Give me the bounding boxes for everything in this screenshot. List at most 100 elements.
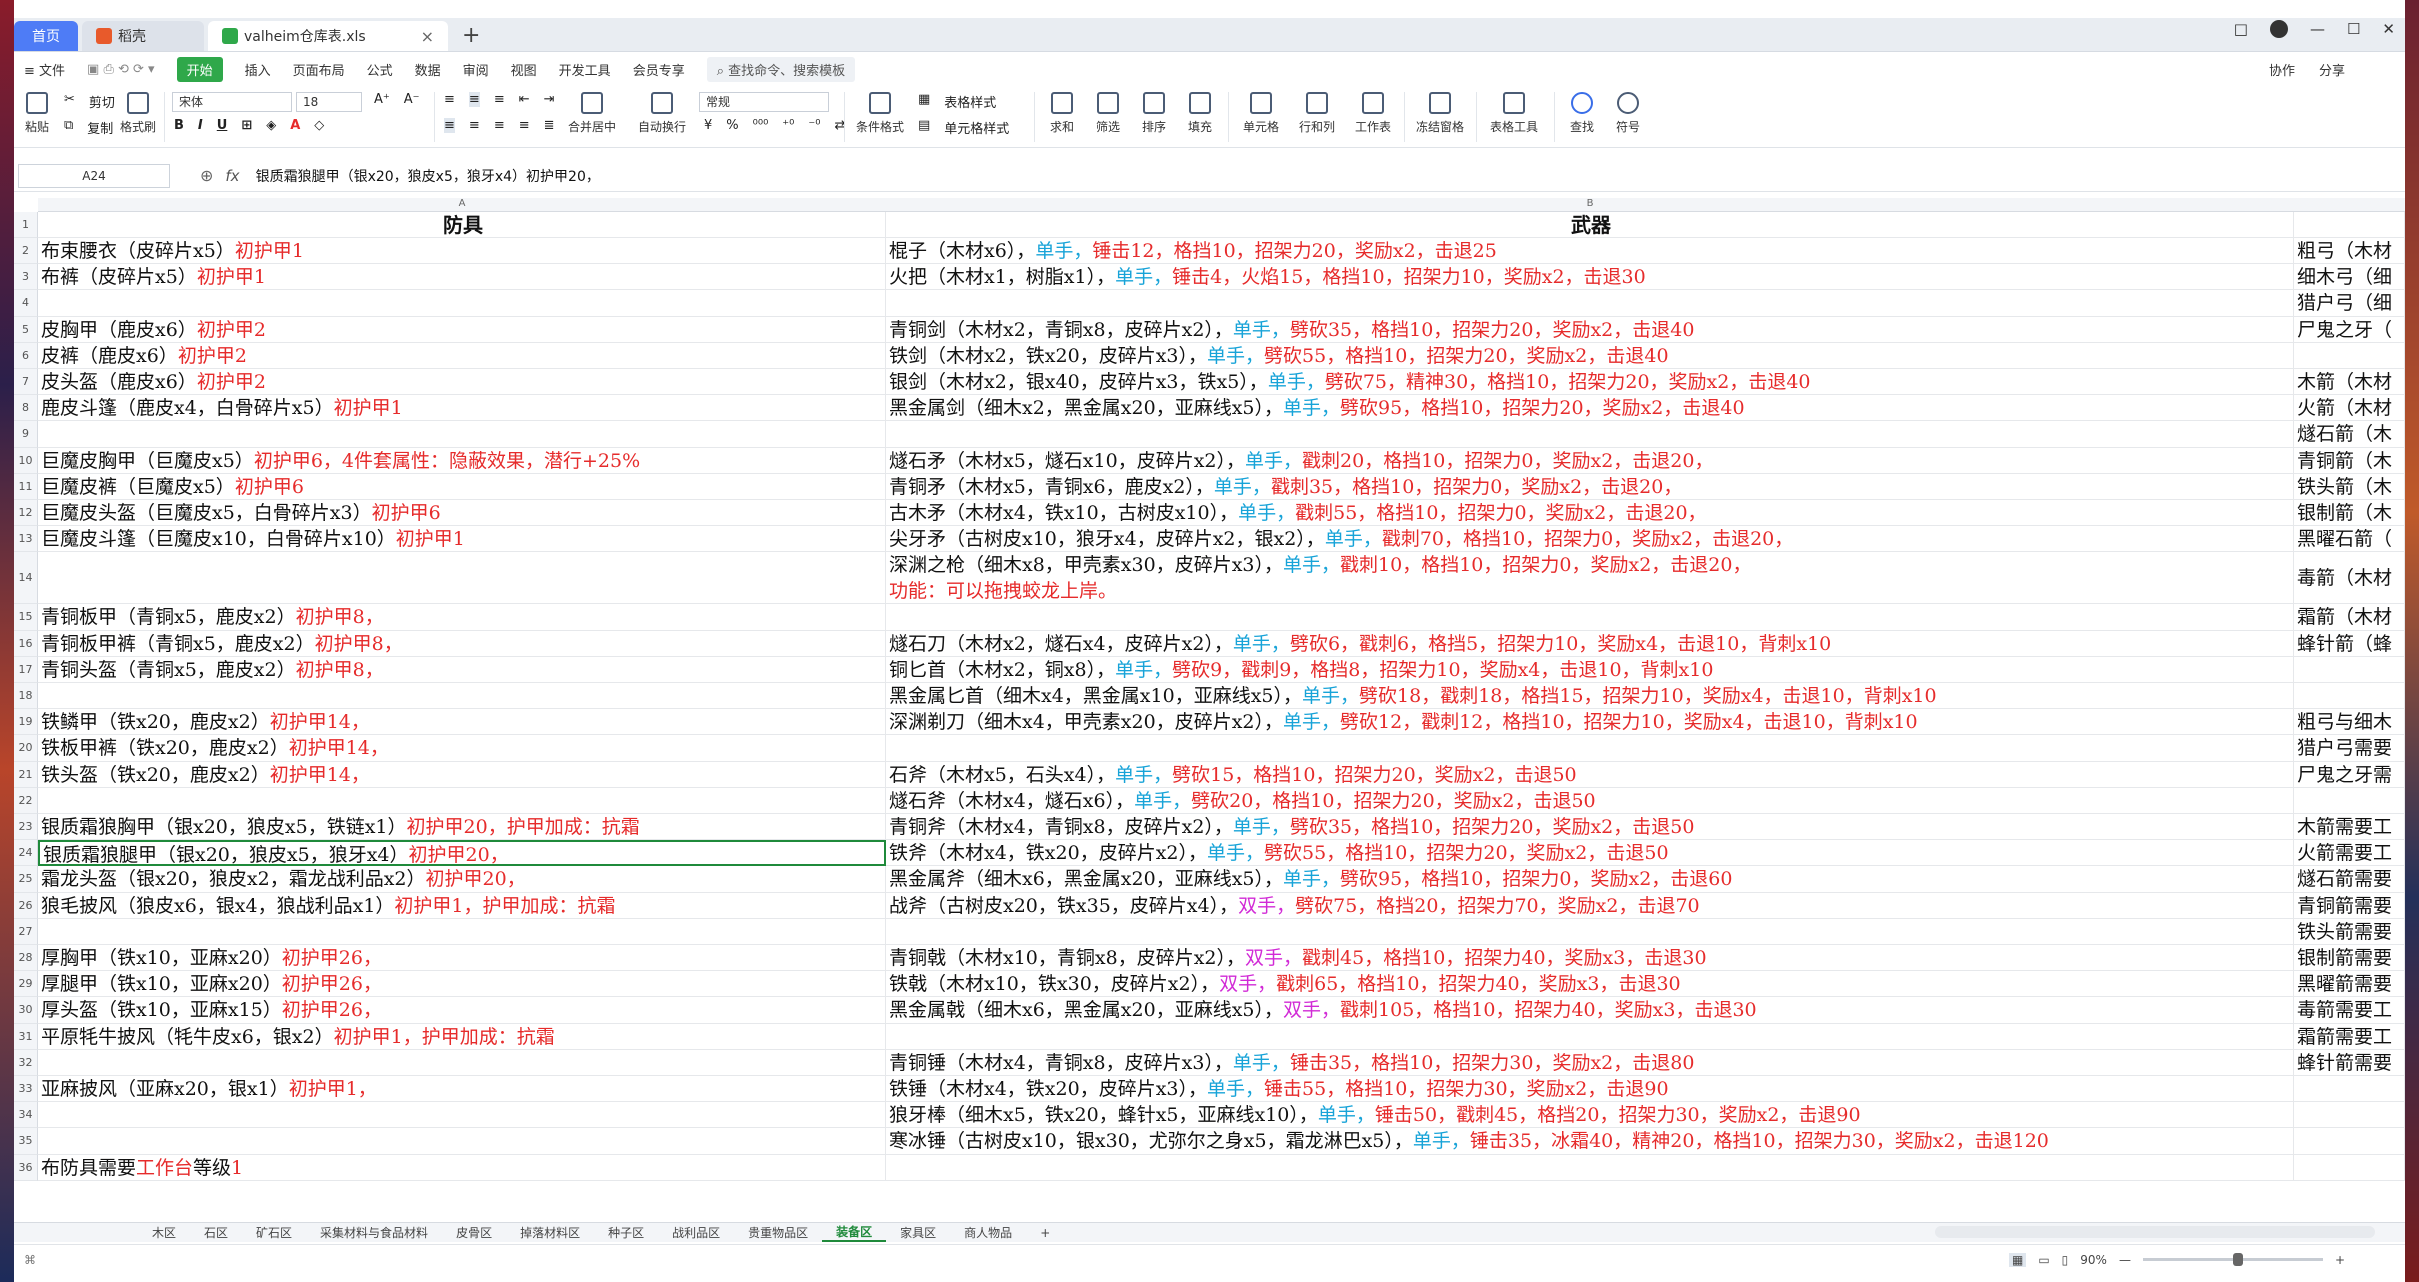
new-tab-button[interactable]: + [462, 21, 480, 51]
weapon-cell[interactable]: 狼牙棒（细木x5，铁x20，蜂针x5，亚麻线x10），单手，锤击50，戳刺45，… [886, 1102, 2294, 1129]
column-c-cell[interactable]: 蜂针箭（蜂 [2294, 630, 2405, 657]
row-header[interactable]: 16 [14, 630, 38, 657]
row-header[interactable]: 33 [14, 1076, 38, 1103]
armor-cell[interactable]: 霜龙头盔（银x20，狼皮x2，霜龙战利品x2）初护甲20， [38, 866, 886, 893]
weapon-cell[interactable]: 燧石斧（木材x4，燧石x6），单手，劈砍20，格挡10，招架力20，奖励x2，击… [886, 787, 2294, 814]
weapon-cell[interactable] [886, 290, 2294, 317]
weapon-cell[interactable]: 火把（木材x1，树脂x1），单手，锤击4，火焰15，格挡10，招架力10，奖励x… [886, 264, 2294, 291]
row-header[interactable]: 9 [14, 421, 38, 448]
armor-cell[interactable] [38, 1049, 886, 1076]
armor-cell[interactable]: 银质霜狼胸甲（银x20，狼皮x5，铁链x1）初护甲20，护甲加成：抗霜 [38, 814, 886, 841]
row-header[interactable]: 20 [14, 735, 38, 762]
weapon-cell[interactable]: 尖牙矛（古树皮x10，狼牙x4，皮碎片x2，银x2），单手，戳刺70，格挡10，… [886, 526, 2294, 553]
weapon-cell[interactable] [886, 421, 2294, 448]
header-cell-weapons[interactable]: 武器 [886, 212, 2294, 238]
fx-icon[interactable]: fx [225, 167, 239, 185]
tab-file[interactable]: valheim仓库表.xls × [208, 21, 448, 51]
number-format-buttons[interactable]: ¥% ⁰⁰⁰ ⁺⁰ ⁻⁰ ⇄ [704, 118, 845, 133]
armor-cell[interactable]: 铁头盔（铁x20，鹿皮x2）初护甲14， [38, 761, 886, 788]
column-c-cell[interactable]: 黑曜箭需要 [2294, 971, 2405, 998]
column-c-cell[interactable]: 猎户弓需要 [2294, 735, 2405, 762]
row-header[interactable]: 31 [14, 1023, 38, 1050]
armor-cell[interactable] [38, 918, 886, 945]
weapon-cell[interactable] [886, 1023, 2294, 1050]
row-header[interactable]: 34 [14, 1102, 38, 1129]
armor-cell[interactable]: 铁鳞甲（铁x20，鹿皮x2）初护甲14， [38, 709, 886, 736]
weapon-cell[interactable]: 铁戟（木材x10，铁x30，皮碎片x2），双手，戳刺65，格挡10，招架力40，… [886, 971, 2294, 998]
column-c-cell[interactable]: 火箭（木材 [2294, 395, 2405, 422]
row-header[interactable]: 7 [14, 369, 38, 396]
column-c-cell[interactable]: 毒箭需要工 [2294, 997, 2405, 1024]
italic-icon[interactable]: I [198, 118, 203, 133]
column-c-cell[interactable]: 尸鬼之牙（ [2294, 316, 2405, 343]
armor-cell[interactable] [38, 1128, 886, 1155]
vertical-align-buttons[interactable]: ≡ ≡ ≡ ⇤ ⇥ [444, 92, 555, 107]
weapon-cell[interactable]: 黑金属斧（细木x6，黑金属x20，亚麻线x5），单手，劈砍95，格挡10，招架力… [886, 866, 2294, 893]
horizontal-scrollbar[interactable] [1935, 1226, 2375, 1238]
worksheet-button[interactable]: 工作表 [1348, 92, 1398, 135]
weapon-cell[interactable]: 石斧（木材x5，石头x4），单手，劈砍15，格挡10，招架力20，奖励x2，击退… [886, 761, 2294, 788]
armor-cell[interactable] [38, 290, 886, 317]
freeze-panes-button[interactable]: 冻结窗格 [1410, 92, 1470, 135]
armor-cell[interactable]: 巨魔皮斗篷（巨魔皮x10，白骨碎片x10）初护甲1 [38, 526, 886, 553]
armor-cell[interactable]: 狼毛披风（狼皮x6，银x4，狼战利品x1）初护甲1，护甲加成：抗霜 [38, 892, 886, 919]
row-header[interactable]: 15 [14, 604, 38, 631]
menu-member[interactable]: 会员专享 [633, 60, 685, 79]
zoom-in-button[interactable]: + [2335, 1253, 2345, 1267]
row-header[interactable]: 29 [14, 971, 38, 998]
tab-home[interactable]: 首页 [14, 21, 78, 51]
horizontal-align-buttons[interactable]: ≡ ≡ ≡ ≡ ≣ [444, 118, 555, 133]
underline-icon[interactable]: U [217, 118, 228, 133]
column-c-cell[interactable]: 细木弓（细 [2294, 264, 2405, 291]
column-c-cell[interactable]: 毒箭（木材 [2294, 552, 2405, 605]
fill-color-icon[interactable]: ◈ [266, 118, 276, 133]
paste-button[interactable]: 粘贴 [22, 92, 52, 135]
weapon-cell[interactable]: 黑金属匕首（细木x4，黑金属x10，亚麻线x5），单手，劈砍18，戳刺18，格挡… [886, 683, 2294, 710]
column-header-b[interactable]: B [886, 198, 2294, 212]
column-c-cell[interactable] [2294, 1102, 2405, 1129]
selected-cell[interactable]: 银质霜狼腿甲（银x20，狼皮x5，狼牙x4）初护甲20， [38, 840, 886, 867]
weapon-cell[interactable]: 铁锤（木材x4，铁x20，皮碎片x3），单手，锤击55，格挡10，招架力30，奖… [886, 1076, 2294, 1103]
weapon-cell[interactable]: 青铜剑（木材x2，青铜x8，皮碎片x2），单手，劈砍35，格挡10，招架力20，… [886, 316, 2294, 343]
symbol-button[interactable]: 符号 [1608, 92, 1648, 135]
column-c-cell[interactable] [2294, 1128, 2405, 1155]
column-c-cell[interactable] [2294, 342, 2405, 369]
weapon-cell[interactable] [886, 918, 2294, 945]
column-c-cell[interactable]: 青铜箭（木 [2294, 447, 2405, 474]
row-header[interactable]: 17 [14, 656, 38, 683]
armor-cell[interactable]: 青铜头盔（青铜x5，鹿皮x2）初护甲8， [38, 656, 886, 683]
sheet-tab[interactable]: 贵重物品区 [734, 1224, 822, 1241]
menu-data[interactable]: 数据 [415, 60, 441, 79]
weapon-cell[interactable]: 青铜锤（木材x4，青铜x8，皮碎片x3），单手，锤击35，格挡10，招架力30，… [886, 1049, 2294, 1076]
column-c-cell[interactable] [2294, 1154, 2405, 1181]
column-c-cell[interactable]: 燧石箭（木 [2294, 421, 2405, 448]
column-c-cell[interactable]: 火箭需要工 [2294, 840, 2405, 867]
border-icon[interactable]: ⊞ [241, 118, 252, 133]
macro-icon[interactable]: ⌘ [24, 1253, 36, 1267]
weapon-cell[interactable]: 铁斧（木材x4，铁x20，皮碎片x2），单手，劈砍55，格挡10，招架力20，奖… [886, 840, 2294, 867]
armor-cell[interactable]: 皮裤（鹿皮x6）初护甲2 [38, 342, 886, 369]
row-header[interactable]: 14 [14, 552, 38, 605]
header-cell-armor[interactable]: 防具 [38, 212, 886, 238]
spreadsheet-grid[interactable]: A B 1 防具 武器 2 布束腰衣（皮碎片x5）初护甲1 棍子（木材x6），单手，… [14, 198, 2405, 1222]
column-c-cell[interactable]: 霜箭（木材 [2294, 604, 2405, 631]
cell-button[interactable]: 单元格 [1236, 92, 1286, 135]
zoom-slider-knob[interactable] [2232, 1253, 2243, 1266]
row-header[interactable]: 5 [14, 316, 38, 343]
weapon-cell[interactable]: 寒冰锤（古树皮x10，银x30，尤弥尔之身x5，霜龙淋巴x5），单手，锤击35，… [886, 1128, 2294, 1155]
sort-button[interactable]: 排序 [1134, 92, 1174, 135]
column-c-cell[interactable]: 银制箭（木 [2294, 500, 2405, 527]
zoom-formula-icon[interactable]: ⊕ [200, 166, 213, 185]
command-search[interactable]: ⌕ 查找命令、搜索模板 [706, 56, 856, 82]
bold-icon[interactable]: B [174, 118, 184, 133]
armor-cell[interactable]: 厚胸甲（铁x10，亚麻x20）初护甲26， [38, 945, 886, 972]
row-header[interactable]: 26 [14, 892, 38, 919]
column-c-cell[interactable] [2294, 1076, 2405, 1103]
zoom-slider[interactable] [2142, 1253, 2323, 1266]
view-page-icon[interactable]: ▭ [2038, 1253, 2049, 1267]
view-break-icon[interactable]: ▯ [2062, 1253, 2069, 1267]
share-button[interactable]: 分享 [2319, 60, 2345, 79]
font-family-select[interactable]: 宋体 [172, 92, 292, 112]
weapon-cell[interactable] [886, 1154, 2294, 1181]
column-c-cell[interactable]: 银制箭需要 [2294, 945, 2405, 972]
